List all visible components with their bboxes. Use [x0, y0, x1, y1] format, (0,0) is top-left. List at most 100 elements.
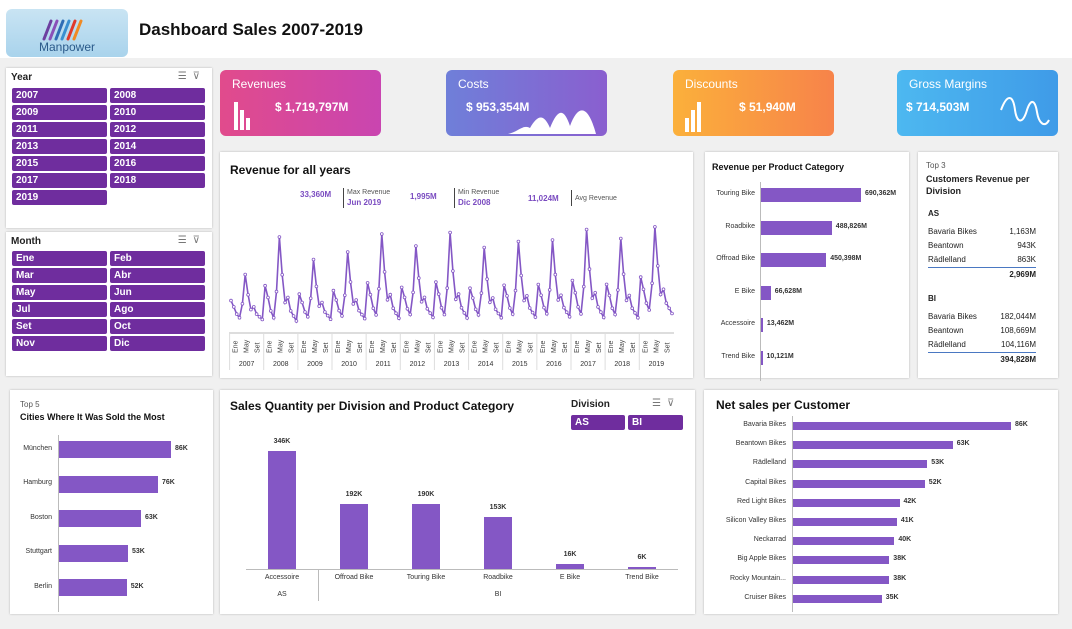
- month-button-ene[interactable]: Ene: [12, 251, 107, 266]
- category-label: Cruiser Bikes: [744, 593, 786, 601]
- data-label: 42K: [903, 497, 917, 505]
- bar: [761, 350, 763, 365]
- month-button-feb[interactable]: Feb: [110, 251, 205, 266]
- top5-label: Top 5: [20, 400, 40, 409]
- revenue-point: [382, 270, 387, 274]
- total-divider: [928, 352, 1036, 353]
- division-slicer-icons[interactable]: ☰⊽: [652, 398, 680, 409]
- data-label: 38K: [893, 555, 907, 563]
- month-slicer: Month ☰⊽ Ene Feb Mar Abr May Jun Jul Ago Set Oct N…: [6, 232, 212, 376]
- x-month-tick: May: [483, 339, 490, 353]
- bar: [793, 556, 890, 565]
- revenue-point: [630, 306, 635, 311]
- revenue-point: [251, 305, 256, 309]
- division-as-button[interactable]: AS: [571, 415, 625, 430]
- category-label: Big Apple Bikes: [737, 555, 786, 563]
- revenue-point: [513, 288, 518, 293]
- category-label: Rädlelland: [752, 459, 786, 467]
- category-label: Berlin: [34, 582, 52, 590]
- x-month-tick: Ene: [369, 340, 376, 353]
- net-sales-title: Net sales per Customer: [716, 398, 851, 412]
- month-button-jun[interactable]: Jun: [110, 285, 205, 300]
- bar: [59, 544, 128, 562]
- data-label: 86K: [175, 444, 188, 452]
- x-year-label: 2011: [376, 361, 391, 368]
- year-button-2009[interactable]: 2009: [12, 105, 107, 120]
- revenue-point: [240, 302, 245, 306]
- revenue-point: [377, 287, 381, 291]
- year-button-2011[interactable]: 2011: [12, 122, 107, 137]
- revenue-point: [311, 257, 316, 262]
- data-label: 41K: [900, 517, 914, 524]
- month-button-may[interactable]: May: [12, 285, 107, 300]
- category-label: Accessoire: [264, 574, 300, 581]
- data-label: 53K: [132, 548, 145, 555]
- revenue-point: [519, 273, 524, 278]
- month-button-dic[interactable]: Dic: [110, 336, 205, 351]
- category-label: Roadbike: [725, 222, 755, 230]
- kpi-revenues-label: Revenues: [232, 77, 287, 91]
- customer-name: Bavaria Bikes: [928, 227, 977, 236]
- revenue-point: [399, 285, 404, 290]
- x-month-tick: May: [517, 339, 524, 353]
- year-button-2008[interactable]: 2008: [110, 88, 205, 103]
- bar: [793, 479, 925, 488]
- month-button-set[interactable]: Set: [12, 319, 107, 334]
- revenue-point: [323, 310, 327, 314]
- x-month-tick: Set: [528, 342, 535, 353]
- data-label: 40K: [898, 536, 912, 544]
- month-button-nov[interactable]: Nov: [12, 336, 107, 351]
- bar: [793, 422, 1011, 430]
- x-year-label: 2007: [239, 361, 255, 368]
- revenue-point: [286, 295, 290, 300]
- year-button-2018[interactable]: 2018: [110, 173, 205, 188]
- month-button-oct[interactable]: Oct: [110, 319, 205, 334]
- month-button-jul[interactable]: Jul: [12, 302, 107, 317]
- year-button-2017[interactable]: 2017: [12, 173, 107, 188]
- revenue-point: [655, 264, 660, 268]
- x-year-label: 2018: [614, 361, 630, 368]
- revenue-point: [263, 283, 267, 288]
- year-button-2015[interactable]: 2015: [12, 156, 107, 171]
- bar: [793, 460, 928, 469]
- revenue-point: [277, 235, 282, 239]
- month-button-mar[interactable]: Mar: [12, 268, 107, 283]
- year-button-2016[interactable]: 2016: [110, 156, 205, 171]
- customer-name: Rädlelland: [928, 340, 966, 349]
- revenue-point: [471, 296, 475, 300]
- revenue-point: [667, 306, 672, 311]
- year-button-2007[interactable]: 2007: [12, 88, 107, 103]
- wave-area-icon: [508, 110, 596, 134]
- year-button-2012[interactable]: 2012: [110, 122, 205, 137]
- year-button-2019[interactable]: 2019: [12, 190, 107, 205]
- revenue-point: [613, 312, 617, 317]
- slicer-multiselect-icon[interactable]: ☰⊽: [178, 71, 206, 82]
- slicer-clear-filter-icon[interactable]: ☰⊽: [178, 235, 206, 246]
- data-label: 35K: [885, 593, 899, 601]
- year-button-2014[interactable]: 2014: [110, 139, 205, 154]
- y-axis-line: [58, 435, 59, 612]
- revenue-point: [325, 313, 330, 318]
- revenue-point: [456, 292, 461, 296]
- bar: [793, 575, 890, 584]
- total-divider: [928, 267, 1036, 268]
- month-button-ago[interactable]: Ago: [110, 302, 205, 317]
- bar: [761, 220, 832, 235]
- data-label: 52K: [130, 582, 144, 590]
- division-total: 394,828M: [1000, 355, 1036, 364]
- revenue-point: [411, 290, 415, 295]
- revenue-point: [527, 306, 532, 310]
- revenue-line-panel: Revenue for all years 33,360M Max Revenu…: [220, 152, 693, 378]
- data-label: 52K: [928, 478, 942, 486]
- revenue-point: [641, 287, 646, 292]
- month-button-abr[interactable]: Abr: [110, 268, 205, 283]
- division-bi-button[interactable]: BI: [628, 415, 683, 430]
- revenue-point: [300, 300, 304, 305]
- year-button-2013[interactable]: 2013: [12, 139, 107, 154]
- revenue-point: [567, 315, 572, 319]
- kpi-revenues-value: $ 1,719,797M: [275, 100, 349, 114]
- revenue-point: [257, 315, 262, 319]
- revenue-point: [550, 238, 555, 242]
- year-button-2010[interactable]: 2010: [110, 105, 205, 120]
- x-month-tick: Ene: [267, 340, 274, 353]
